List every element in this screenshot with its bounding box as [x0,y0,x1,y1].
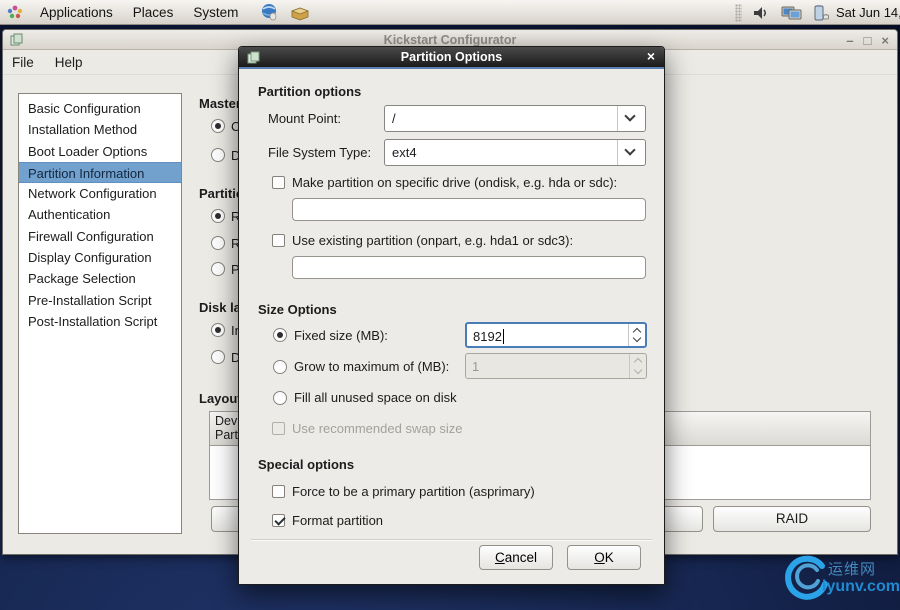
section-disk-label: Disk la [199,300,241,315]
close-icon[interactable]: × [881,33,889,48]
fixed-size-spinbox[interactable]: 8192 [465,322,647,348]
sidebar-item-installation-method[interactable]: Installation Method [19,119,181,140]
asprimary-label: Force to be a primary partition (asprima… [292,484,535,499]
onpart-checkbox[interactable] [272,234,285,247]
section-layout: Layout [199,391,242,406]
section-master-boot-record: Master [199,96,241,111]
fixed-size-label: Fixed size (MB): [294,328,388,343]
package-icon[interactable] [290,3,310,21]
mount-point-label: Mount Point: [268,111,341,126]
watermark-cn-text: 运维网 [828,558,876,579]
partitions-radio-3[interactable] [211,262,225,276]
fixed-size-radio[interactable] [273,328,287,342]
fs-type-combo[interactable]: ext4 [384,139,646,166]
asprimary-checkbox[interactable] [272,485,285,498]
disklabel-radio-2[interactable] [211,350,225,364]
panel-clock[interactable]: Sat Jun 14, 2 [836,5,900,20]
format-partition-label: Format partition [292,513,383,528]
dialog-titlebar[interactable]: Partition Options × [239,47,664,69]
special-options-heading: Special options [258,457,354,472]
menu-system[interactable]: System [183,5,248,20]
dialog-title: Partition Options [239,50,664,64]
window-title: Kickstart Configurator [3,33,897,47]
ondisk-label: Make partition on specific drive (ondisk… [292,175,617,190]
partition-options-heading: Partition options [258,84,361,99]
grow-max-label: Grow to maximum of (MB): [294,359,449,374]
menu-file[interactable]: File [3,55,46,70]
partitions-radio-1[interactable] [211,209,225,223]
onpart-input[interactable] [292,256,646,279]
grow-max-spinbox: 1 [465,353,647,379]
cancel-button-label: Cancel [480,546,552,569]
ok-button-label: OK [568,546,640,569]
sidebar-item-display-configuration[interactable]: Display Configuration [19,247,181,268]
ondisk-checkbox[interactable] [272,176,285,189]
iyunv-watermark: 运维网 iyunv.com [782,550,898,608]
fs-type-value: ext4 [392,145,417,160]
power-battery-icon[interactable] [811,4,831,22]
mount-point-dropdown-button[interactable] [617,106,645,131]
swap-recommended-label: Use recommended swap size [292,421,463,436]
ok-button[interactable]: OK [567,545,641,570]
sidebar-item-network-configuration[interactable]: Network Configuration [19,183,181,204]
top-panel: Applications Places System Sat Jun 14, 2 [0,0,900,25]
menu-applications[interactable]: Applications [30,5,123,20]
fixed-size-value: 8192 [473,329,502,344]
swap-recommended-checkbox [272,422,285,435]
master-radio-1[interactable] [211,119,225,133]
text-caret [503,329,504,344]
sidebar-item-basic-configuration[interactable]: Basic Configuration [19,98,181,119]
chevron-down-icon [624,144,635,155]
watermark-site-text: iyunv.com [822,578,900,596]
partitions-radio-2[interactable] [211,236,225,250]
fill-unused-radio[interactable] [273,391,287,405]
volume-icon[interactable] [751,4,771,22]
partition-options-dialog: Partition Options × Partition options Mo… [238,46,665,585]
web-browser-icon[interactable] [260,3,280,21]
onpart-label: Use existing partition (onpart, e.g. hda… [292,233,573,248]
ondisk-input[interactable] [292,198,646,221]
dialog-close-icon[interactable]: × [647,48,655,64]
dialog-app-icon [247,51,260,67]
sidebar-item-authentication[interactable]: Authentication [19,204,181,225]
grow-max-radio[interactable] [273,360,287,374]
fill-unused-label: Fill all unused space on disk [294,390,457,405]
disklabel-radio-1[interactable] [211,323,225,337]
sidebar-item-partition-information[interactable]: Partition Information [19,162,181,183]
button-separator [251,539,652,541]
size-options-heading: Size Options [258,302,337,317]
config-section-list: Basic Configuration Installation Method … [18,93,182,534]
maximize-icon[interactable]: □ [864,33,872,48]
sidebar-item-package-selection[interactable]: Package Selection [19,268,181,289]
fs-type-label: File System Type: [268,145,371,160]
grow-max-value: 1 [472,359,479,374]
menu-places[interactable]: Places [123,5,184,20]
format-partition-checkbox[interactable] [272,514,285,527]
sidebar-item-boot-loader-options[interactable]: Boot Loader Options [19,141,181,162]
grow-max-spin-buttons [629,354,646,378]
menu-help[interactable]: Help [46,55,95,70]
raid-button[interactable]: RAID [713,506,871,532]
sidebar-item-firewall-configuration[interactable]: Firewall Configuration [19,226,181,247]
fs-type-dropdown-button[interactable] [617,140,645,165]
network-displays-icon[interactable] [781,4,801,22]
cancel-button[interactable]: Cancel [479,545,553,570]
sidebar-item-post-installation-script[interactable]: Post-Installation Script [19,311,181,332]
minimize-icon[interactable]: – [846,33,853,48]
window-app-icon [10,33,23,49]
fixed-size-spin-buttons[interactable] [628,324,645,346]
distro-logo-icon[interactable] [5,3,25,21]
master-radio-2[interactable] [211,148,225,162]
spin-down-icon [633,334,641,342]
spin-down-icon [634,366,642,374]
mount-point-combo[interactable]: / [384,105,646,132]
sidebar-item-pre-installation-script[interactable]: Pre-Installation Script [19,290,181,311]
panel-grip-handle[interactable] [735,4,742,22]
mount-point-value: / [392,111,396,126]
chevron-down-icon [624,110,635,121]
